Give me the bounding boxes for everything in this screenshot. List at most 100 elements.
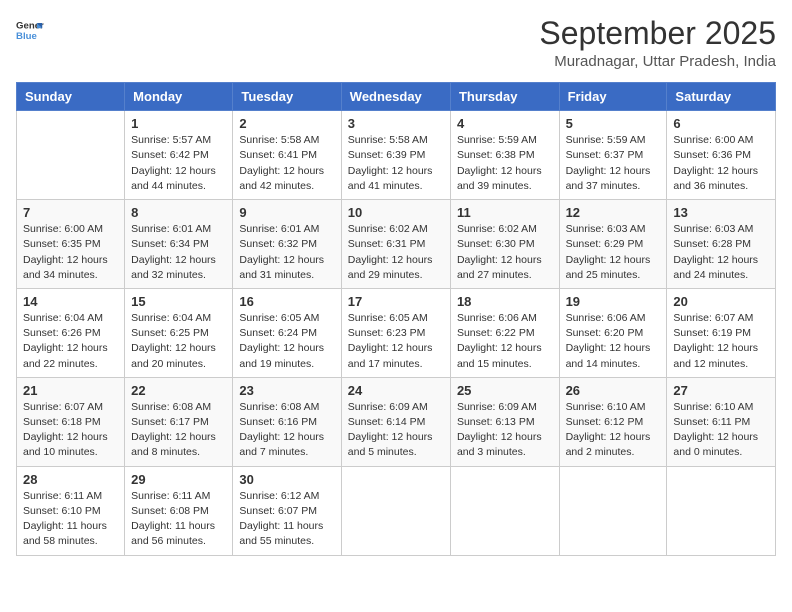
day-number: 27 [673,383,769,398]
calendar-cell [667,466,776,555]
calendar-cell: 14 Sunrise: 6:04 AM Sunset: 6:26 PM Dayli… [17,288,125,377]
calendar-cell: 5Sunrise: 5:59 AM Sunset: 6:37 PM Daylig… [559,111,667,200]
day-number: 4 [457,116,553,131]
calendar-cell: 13 Sunrise: 6:03 AM Sunset: 6:28 PM Dayli… [667,200,776,289]
calendar-cell: 19 Sunrise: 6:06 AM Sunset: 6:20 PM Dayli… [559,288,667,377]
day-number: 29 [131,472,226,487]
calendar-cell: 29 Sunrise: 6:11 AM Sunset: 6:08 PM Dayli… [125,466,233,555]
day-number: 1 [131,116,226,131]
day-info: Sunrise: 5:59 AM Sunset: 6:38 PM Dayligh… [457,133,553,194]
day-info: Sunrise: 6:08 AM Sunset: 6:17 PM Dayligh… [131,400,226,461]
calendar-cell [17,111,125,200]
day-number: 18 [457,294,553,309]
calendar-cell: 17Sunrise: 6:05 AM Sunset: 6:23 PM Dayli… [341,288,450,377]
calendar-cell [559,466,667,555]
day-info: Sunrise: 6:10 AM Sunset: 6:12 PM Dayligh… [566,400,661,461]
calendar-cell: 1 Sunrise: 5:57 AM Sunset: 6:42 PM Daylig… [125,111,233,200]
day-number: 12 [566,205,661,220]
day-info: Sunrise: 5:57 AM Sunset: 6:42 PM Dayligh… [131,133,226,194]
day-number: 10 [348,205,444,220]
day-info: Sunrise: 6:01 AM Sunset: 6:32 PM Dayligh… [239,222,334,283]
calendar-cell: 24 Sunrise: 6:09 AM Sunset: 6:14 PM Dayli… [341,377,450,466]
calendar-table: SundayMondayTuesdayWednesdayThursdayFrid… [16,82,776,555]
day-number: 9 [239,205,334,220]
day-info: Sunrise: 6:11 AM Sunset: 6:08 PM Dayligh… [131,489,226,550]
svg-text:Blue: Blue [16,31,37,42]
weekday-header-wednesday: Wednesday [341,83,450,111]
calendar-cell: 20Sunrise: 6:07 AM Sunset: 6:19 PM Dayli… [667,288,776,377]
day-info: Sunrise: 6:05 AM Sunset: 6:23 PM Dayligh… [348,311,444,372]
weekday-header-thursday: Thursday [450,83,559,111]
logo: General Blue [16,16,44,44]
day-number: 30 [239,472,334,487]
day-info: Sunrise: 6:03 AM Sunset: 6:28 PM Dayligh… [673,222,769,283]
calendar-cell: 26 Sunrise: 6:10 AM Sunset: 6:12 PM Dayli… [559,377,667,466]
day-info: Sunrise: 6:09 AM Sunset: 6:14 PM Dayligh… [348,400,444,461]
calendar-cell: 6Sunrise: 6:00 AM Sunset: 6:36 PM Daylig… [667,111,776,200]
day-number: 19 [566,294,661,309]
day-info: Sunrise: 6:09 AM Sunset: 6:13 PM Dayligh… [457,400,553,461]
calendar-cell: 30 Sunrise: 6:12 AM Sunset: 6:07 PM Dayli… [233,466,341,555]
weekday-header-tuesday: Tuesday [233,83,341,111]
day-info: Sunrise: 6:02 AM Sunset: 6:30 PM Dayligh… [457,222,553,283]
weekday-header-row: SundayMondayTuesdayWednesdayThursdayFrid… [17,83,776,111]
day-info: Sunrise: 6:12 AM Sunset: 6:07 PM Dayligh… [239,489,334,550]
day-number: 26 [566,383,661,398]
calendar-cell: 12 Sunrise: 6:03 AM Sunset: 6:29 PM Dayli… [559,200,667,289]
day-number: 24 [348,383,444,398]
day-number: 22 [131,383,226,398]
day-number: 14 [23,294,118,309]
day-number: 13 [673,205,769,220]
day-number: 23 [239,383,334,398]
day-number: 3 [348,116,444,131]
day-info: Sunrise: 6:06 AM Sunset: 6:20 PM Dayligh… [566,311,661,372]
day-info: Sunrise: 5:58 AM Sunset: 6:41 PM Dayligh… [239,133,334,194]
day-info: Sunrise: 6:03 AM Sunset: 6:29 PM Dayligh… [566,222,661,283]
page-header: General Blue September 2025 Muradnagar, … [16,16,776,70]
weekday-header-friday: Friday [559,83,667,111]
calendar-cell: 23 Sunrise: 6:08 AM Sunset: 6:16 PM Dayli… [233,377,341,466]
day-info: Sunrise: 6:10 AM Sunset: 6:11 PM Dayligh… [673,400,769,461]
logo-icon: General Blue [16,16,44,44]
day-info: Sunrise: 5:58 AM Sunset: 6:39 PM Dayligh… [348,133,444,194]
month-year-title: September 2025 [539,16,776,51]
calendar-cell: 28Sunrise: 6:11 AM Sunset: 6:10 PM Dayli… [17,466,125,555]
calendar-cell [450,466,559,555]
day-info: Sunrise: 6:06 AM Sunset: 6:22 PM Dayligh… [457,311,553,372]
day-info: Sunrise: 6:05 AM Sunset: 6:24 PM Dayligh… [239,311,334,372]
day-number: 15 [131,294,226,309]
calendar-cell: 9 Sunrise: 6:01 AM Sunset: 6:32 PM Daylig… [233,200,341,289]
calendar-cell: 8 Sunrise: 6:01 AM Sunset: 6:34 PM Daylig… [125,200,233,289]
calendar-cell: 4 Sunrise: 5:59 AM Sunset: 6:38 PM Daylig… [450,111,559,200]
title-section: September 2025 Muradnagar, Uttar Pradesh… [539,16,776,70]
day-number: 7 [23,205,118,220]
day-info: Sunrise: 6:00 AM Sunset: 6:35 PM Dayligh… [23,222,118,283]
day-info: Sunrise: 6:11 AM Sunset: 6:10 PM Dayligh… [23,489,118,550]
calendar-cell: 3 Sunrise: 5:58 AM Sunset: 6:39 PM Daylig… [341,111,450,200]
calendar-cell: 18 Sunrise: 6:06 AM Sunset: 6:22 PM Dayli… [450,288,559,377]
week-row-4: 21 Sunrise: 6:07 AM Sunset: 6:18 PM Dayli… [17,377,776,466]
location-subtitle: Muradnagar, Uttar Pradesh, India [539,53,776,70]
day-number: 5 [566,116,661,131]
weekday-header-sunday: Sunday [17,83,125,111]
day-number: 11 [457,205,553,220]
day-number: 21 [23,383,118,398]
day-number: 16 [239,294,334,309]
calendar-cell: 2 Sunrise: 5:58 AM Sunset: 6:41 PM Daylig… [233,111,341,200]
calendar-cell: 21 Sunrise: 6:07 AM Sunset: 6:18 PM Dayli… [17,377,125,466]
calendar-cell [341,466,450,555]
weekday-header-saturday: Saturday [667,83,776,111]
day-info: Sunrise: 6:04 AM Sunset: 6:26 PM Dayligh… [23,311,118,372]
calendar-cell: 7 Sunrise: 6:00 AM Sunset: 6:35 PM Daylig… [17,200,125,289]
day-number: 8 [131,205,226,220]
weekday-header-monday: Monday [125,83,233,111]
day-info: Sunrise: 6:07 AM Sunset: 6:19 PM Dayligh… [673,311,769,372]
day-number: 2 [239,116,334,131]
week-row-5: 28Sunrise: 6:11 AM Sunset: 6:10 PM Dayli… [17,466,776,555]
day-info: Sunrise: 6:01 AM Sunset: 6:34 PM Dayligh… [131,222,226,283]
day-info: Sunrise: 6:08 AM Sunset: 6:16 PM Dayligh… [239,400,334,461]
calendar-cell: 11 Sunrise: 6:02 AM Sunset: 6:30 PM Dayli… [450,200,559,289]
day-number: 6 [673,116,769,131]
day-info: Sunrise: 6:07 AM Sunset: 6:18 PM Dayligh… [23,400,118,461]
calendar-cell: 10Sunrise: 6:02 AM Sunset: 6:31 PM Dayli… [341,200,450,289]
